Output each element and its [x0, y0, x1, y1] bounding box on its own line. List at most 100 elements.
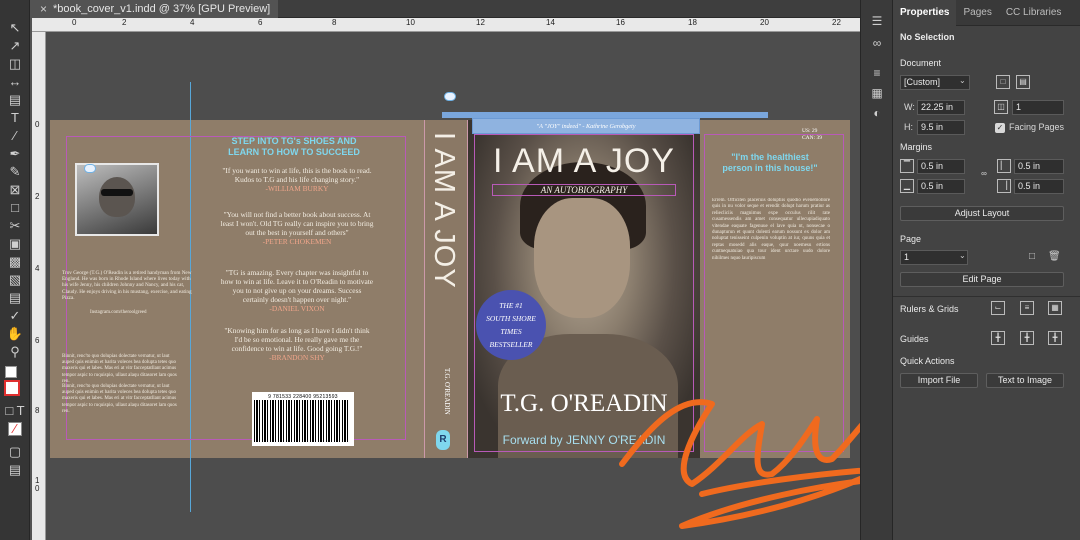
horizontal-ruler[interactable]: 0 2 4 6 8 10 12 14 16 18 20 22: [32, 18, 860, 32]
type-tool-icon[interactable]: T: [5, 110, 25, 126]
pen-tool-icon[interactable]: ✒: [5, 146, 25, 162]
filler-text-1: Binnit, renc'to quo dolupias dolectate v…: [62, 354, 177, 384]
tab-pages[interactable]: Pages: [956, 0, 998, 26]
layers-icon[interactable]: ☰: [869, 14, 885, 28]
chevron-down-icon: ⌄: [959, 251, 966, 260]
page-tool-icon[interactable]: ◫: [5, 56, 25, 72]
width-label: W:: [904, 102, 915, 112]
ruler-label: 16: [616, 18, 625, 27]
new-page-icon[interactable]: □: [1029, 251, 1035, 262]
properties-panel: Properties Pages CC Libraries No Selecti…: [892, 0, 1080, 540]
tab-cc-libraries[interactable]: CC Libraries: [999, 0, 1069, 26]
color-icon[interactable]: ◐: [869, 106, 885, 120]
gradient-swatch-tool-icon[interactable]: ▩: [5, 254, 25, 270]
free-transform-tool-icon[interactable]: ▣: [5, 236, 25, 252]
ruler-label: 8: [332, 18, 337, 27]
document-heading: Document: [900, 58, 942, 68]
document-grid-icon[interactable]: ▦: [1048, 301, 1062, 315]
smart-guides-icon[interactable]: ╋: [1048, 331, 1062, 345]
spine-title: I AM A JOY: [428, 132, 460, 289]
import-file-button[interactable]: Import File: [900, 373, 978, 388]
panel-tabs: Properties Pages CC Libraries: [893, 0, 1080, 26]
selection-status: No Selection: [900, 32, 955, 42]
swatches-icon[interactable]: ▦: [869, 86, 885, 100]
margin-outside-field[interactable]: 0.5 in: [1014, 179, 1064, 194]
save-preset-icon[interactable]: □: [996, 75, 1010, 89]
note-tool-icon[interactable]: ▤: [5, 290, 25, 306]
direct-selection-tool-icon[interactable]: ↗: [5, 38, 25, 54]
filler-text-2: Binnit, renc'to quo dolupias dolectate v…: [62, 384, 177, 414]
fill-swatch-icon[interactable]: [5, 366, 17, 378]
margin-outside-icon: ▕: [997, 179, 1011, 193]
quote-author: -WILLIAM BURKY: [265, 184, 329, 193]
ruler-toggle-icon[interactable]: ⌙: [991, 301, 1005, 315]
divider: [893, 296, 1080, 297]
line-tool-icon[interactable]: ∕: [5, 128, 25, 144]
links-icon[interactable]: ∞: [869, 36, 885, 50]
apply-none-icon[interactable]: ∕: [8, 422, 22, 436]
rectangle-frame-tool-icon[interactable]: ⊠: [5, 182, 25, 198]
zoom-tool-icon[interactable]: ⚲: [5, 344, 25, 360]
orientation-icon[interactable]: ▤: [1016, 75, 1030, 89]
view-mode-icon[interactable]: ▢: [5, 444, 25, 460]
trash-icon[interactable]: 🗑: [1048, 251, 1061, 262]
show-guides-icon[interactable]: ╋: [991, 331, 1005, 345]
stroke-swatch-icon[interactable]: [4, 380, 20, 396]
document-tab[interactable]: × *book_cover_v1.indd @ 37% [GPU Preview…: [32, 0, 279, 18]
lock-guides-icon[interactable]: ╋: [1020, 331, 1034, 345]
ruler-label: 0: [35, 120, 40, 129]
ruler-label: 4: [190, 18, 195, 27]
chevron-down-icon: ⌄: [959, 76, 966, 85]
chain-link-icon[interactable]: ∞: [977, 168, 991, 182]
height-label: H:: [904, 122, 913, 132]
author-bio: Trov George (T.G.) O'Readin is a retired…: [62, 270, 192, 301]
adjust-layout-button[interactable]: Adjust Layout: [900, 206, 1064, 221]
quote-text: "Knowing him for as long as I have I did…: [224, 326, 370, 353]
stroke-icon[interactable]: ≡: [869, 66, 885, 80]
page-count-field[interactable]: 1: [1012, 100, 1064, 115]
width-field[interactable]: 22.25 in: [917, 100, 965, 115]
barcode[interactable]: 9 781533 228400 95213593: [252, 392, 354, 446]
content-collector-icon[interactable]: ▤: [5, 92, 25, 108]
page-select[interactable]: 1: [900, 250, 968, 265]
ruler-label: 6: [258, 18, 263, 27]
indesign-window: ↖ ↗ ◫ ↔ ▤ T ∕ ✒ ✎ ⊠ □ ✂ ▣ ▩ ▧ ▤ ✓ ✋ ⚲ □ …: [0, 0, 1080, 540]
rulers-grids-heading: Rulers & Grids: [900, 304, 959, 314]
facing-pages-checkbox[interactable]: ✓: [995, 123, 1005, 133]
gradient-feather-tool-icon[interactable]: ▧: [5, 272, 25, 288]
height-field[interactable]: 9.5 in: [917, 120, 965, 135]
ruler-label: 6: [35, 336, 40, 345]
edit-page-button[interactable]: Edit Page: [900, 272, 1064, 287]
scissors-tool-icon[interactable]: ✂: [5, 218, 25, 234]
rectangle-tool-icon[interactable]: □: [5, 200, 25, 216]
panel-icon-strip: ☰ ∞ ≡ ▦ ◐: [860, 0, 892, 540]
quote-3: "TG is amazing. Every chapter was insigh…: [220, 268, 374, 313]
text-to-image-button[interactable]: Text to Image: [986, 373, 1064, 388]
selection-tool-icon[interactable]: ↖: [5, 20, 25, 36]
facing-pages-label: Facing Pages: [1009, 122, 1065, 132]
pasteboard[interactable]: Trov George (T.G.) O'Readin is a retired…: [46, 32, 860, 540]
eyedropper-tool-icon[interactable]: ✓: [5, 308, 25, 324]
vertical-ruler[interactable]: 0 2 4 6 8 1 0: [32, 32, 46, 540]
tools-panel: ↖ ↗ ◫ ↔ ▤ T ∕ ✒ ✎ ⊠ □ ✂ ▣ ▩ ▧ ▤ ✓ ✋ ⚲ □ …: [0, 0, 30, 540]
close-icon[interactable]: ×: [40, 2, 47, 16]
ruler-label: 2: [122, 18, 127, 27]
pencil-tool-icon[interactable]: ✎: [5, 164, 25, 180]
margin-bottom-field[interactable]: 0.5 in: [917, 179, 965, 194]
document-tab-title: *book_cover_v1.indd @ 37% [GPU Preview]: [53, 3, 271, 15]
tab-properties[interactable]: Properties: [893, 0, 957, 26]
quote-text: "TG is amazing. Every chapter was insigh…: [220, 268, 374, 304]
screen-mode-icon[interactable]: ▤: [5, 462, 25, 478]
margin-top-field[interactable]: 0.5 in: [917, 159, 965, 174]
quote-author: -BRANDON SHY: [269, 353, 325, 362]
author-photo[interactable]: [75, 163, 159, 236]
gap-tool-icon[interactable]: ↔: [5, 74, 25, 90]
quick-actions-heading: Quick Actions: [900, 356, 955, 366]
hand-tool-icon[interactable]: ✋: [5, 326, 25, 342]
ruler-label: 12: [476, 18, 485, 27]
selection-bar: [442, 112, 768, 118]
margin-inside-field[interactable]: 0.5 in: [1014, 159, 1064, 174]
document-tab-bar: × *book_cover_v1.indd @ 37% [GPU Preview…: [32, 0, 860, 18]
baseline-grid-icon[interactable]: ≡: [1020, 301, 1034, 315]
formatting-container-icon[interactable]: □ T: [5, 403, 25, 419]
